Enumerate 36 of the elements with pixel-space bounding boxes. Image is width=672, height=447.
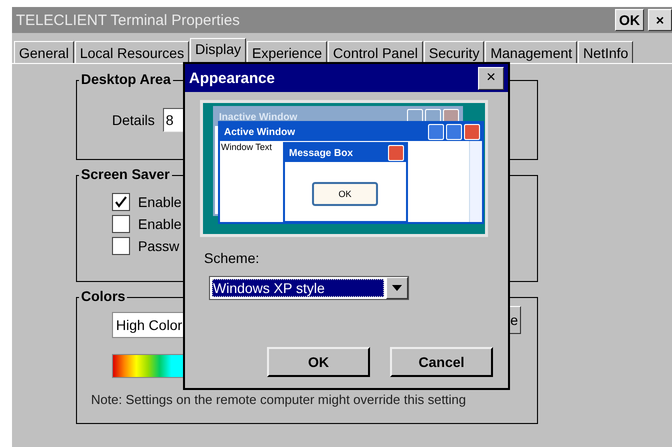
close-button[interactable]: × [648,9,672,31]
checkbox-label: Enable [138,216,182,232]
dialog-button[interactable]: OK [267,347,370,377]
close-button[interactable]: × [478,66,504,90]
window-title: TELECLIENT Terminal Properties [16,12,241,28]
window-text: Window Text [221,142,272,152]
tab[interactable]: General [14,41,74,63]
checkbox-label: Passw [138,238,180,254]
inactive-window-title: Inactive Window [219,112,298,122]
dialog-title: Appearance [189,70,275,86]
tab[interactable]: NetInfo [578,41,634,63]
group-label: Desktop Area [79,71,173,87]
tab[interactable]: Local Resources [74,41,190,63]
details-label: Details [112,112,155,128]
scheme-dropdown[interactable]: Windows XP style [209,276,409,300]
active-window-title: Active Window [224,126,296,138]
check-icon [115,196,127,208]
checkbox[interactable] [112,237,130,255]
checkbox-label: Enable [138,194,182,210]
caret-icon [392,285,402,291]
message-box-title: Message Box [289,148,354,158]
tab[interactable]: Management [485,41,578,63]
tab[interactable]: Experience [247,41,328,63]
color-spectrum-bar [112,354,184,378]
dropdown-button[interactable] [386,277,408,299]
tab[interactable]: Security [424,41,484,63]
checkbox[interactable] [112,193,130,211]
group-label: Screen Saver [79,166,172,182]
ok-button[interactable]: OK [615,9,644,31]
tab[interactable]: Display [190,38,246,63]
note-text: Note: Settings on the remote computer might override this setting [91,392,466,407]
group-label: Colors [79,288,128,304]
scheme-label: Scheme: [204,250,260,266]
dialog-button[interactable]: Cancel [390,347,493,377]
checkbox[interactable] [112,215,130,233]
tab[interactable]: Control Panel [328,41,423,63]
